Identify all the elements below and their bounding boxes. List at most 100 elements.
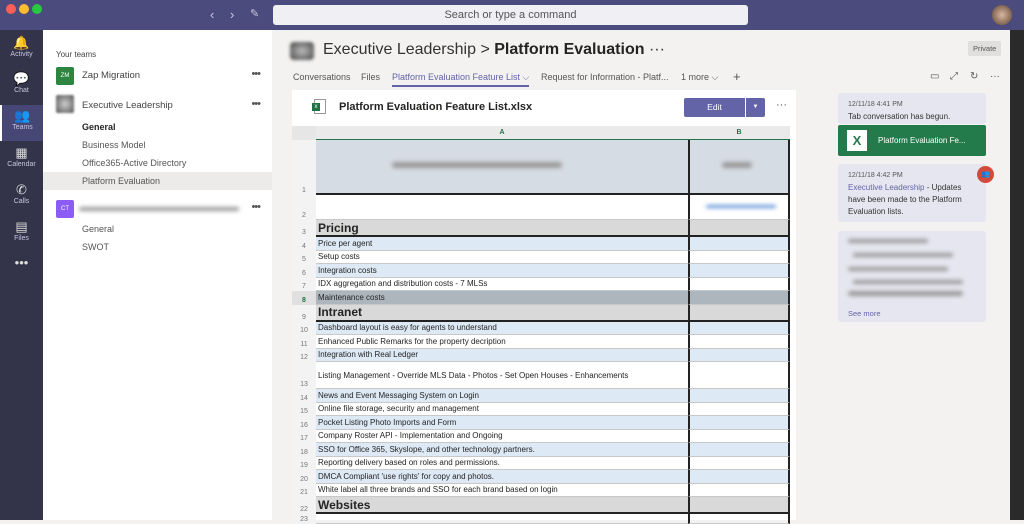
cell-a[interactable]: Enhanced Public Remarks for the property… xyxy=(316,335,688,349)
forward-icon[interactable]: › xyxy=(230,7,234,22)
cell-a[interactable]: Intranet xyxy=(316,304,688,322)
add-tab-button[interactable]: + xyxy=(733,69,741,84)
column-header-b[interactable]: B xyxy=(688,126,790,140)
cell-b[interactable] xyxy=(688,456,790,470)
rail-more[interactable]: ••• xyxy=(0,252,43,288)
row-number[interactable]: 22 xyxy=(292,497,316,514)
row-number[interactable]: 1 xyxy=(292,140,316,195)
rail-teams[interactable]: 👥 Teams xyxy=(0,105,43,141)
row-number[interactable]: 23 xyxy=(292,514,316,524)
cell-a[interactable]: Dashboard layout is easy for agents to u… xyxy=(316,321,688,335)
cell-b[interactable] xyxy=(688,416,790,430)
more-icon[interactable]: ··· xyxy=(776,99,787,111)
row-number[interactable]: 21 xyxy=(292,483,316,497)
team-executive-leadership[interactable]: Executive Leadership ••• xyxy=(43,95,272,115)
row-number[interactable]: 16 xyxy=(292,416,316,430)
redacted-link[interactable] xyxy=(706,205,776,208)
channel-swot[interactable]: SWOT xyxy=(43,238,272,256)
team-zap-migration[interactable]: ZM Zap Migration ••• xyxy=(43,67,272,85)
cell-b[interactable] xyxy=(688,220,790,237)
refresh-icon[interactable]: ↻ xyxy=(970,71,978,82)
cell-b[interactable] xyxy=(688,321,790,335)
cell-a[interactable]: Reporting delivery based on roles and pe… xyxy=(316,457,688,470)
cell-a[interactable] xyxy=(316,514,688,524)
row-number[interactable]: 14 xyxy=(292,389,316,403)
search-input[interactable]: Search or type a command xyxy=(273,5,748,25)
cell-b[interactable] xyxy=(688,470,790,484)
cell-a[interactable]: Integration costs xyxy=(316,264,688,278)
row-number[interactable]: 8 xyxy=(292,291,316,305)
cell-b[interactable] xyxy=(688,250,790,264)
cell-b[interactable] xyxy=(688,304,790,322)
cell-b[interactable] xyxy=(688,335,790,349)
rail-chat[interactable]: 💬 Chat xyxy=(0,68,43,104)
cell-b[interactable] xyxy=(688,348,790,362)
cell-a[interactable]: Pocket Listing Photo Imports and Form xyxy=(316,416,688,430)
cell-b[interactable] xyxy=(688,483,790,497)
row-number[interactable]: 13 xyxy=(292,362,316,389)
more-icon[interactable]: ••• xyxy=(251,68,261,80)
cell-a[interactable]: Maintenance costs xyxy=(316,291,688,305)
cell-b[interactable] xyxy=(688,443,790,457)
cell-a[interactable]: White label all three brands and SSO for… xyxy=(316,484,688,497)
cell-a[interactable]: IDX aggregation and distribution costs -… xyxy=(316,278,688,291)
more-icon[interactable]: ··· xyxy=(990,71,1000,82)
channel-business-model[interactable]: Business Model xyxy=(43,136,272,154)
tab-feature-list[interactable]: Platform Evaluation Feature List ⌵ xyxy=(392,72,530,87)
cell-b[interactable] xyxy=(688,514,790,524)
cell-b[interactable] xyxy=(688,264,790,278)
cell-b[interactable] xyxy=(688,389,790,403)
tab-conversations[interactable]: Conversations xyxy=(293,72,351,82)
cell-a[interactable]: Websites xyxy=(316,497,688,514)
row-number[interactable]: 19 xyxy=(292,456,316,470)
rail-calendar[interactable]: ▦ Calendar xyxy=(0,142,43,178)
cell-a[interactable]: Price per agent xyxy=(316,237,688,251)
column-header-a[interactable]: A xyxy=(316,126,688,140)
cell-a[interactable]: Setup costs xyxy=(316,251,688,264)
channel-more-button[interactable]: ··· xyxy=(649,41,665,58)
edit-dropdown-button[interactable]: ▼ xyxy=(746,98,765,117)
cell-b[interactable] xyxy=(688,497,790,514)
more-icon[interactable]: ••• xyxy=(251,201,261,213)
avatar[interactable] xyxy=(992,5,1012,25)
file-card[interactable]: X Platform Evaluation Fe... xyxy=(838,125,986,156)
cell-a[interactable]: Integration with Real Ledger xyxy=(316,348,688,362)
row-number[interactable]: 17 xyxy=(292,429,316,443)
cell-a[interactable]: Online file storage, security and manage… xyxy=(316,403,688,416)
cell-b[interactable] xyxy=(688,277,790,291)
minimize-window-button[interactable] xyxy=(19,4,29,14)
row-number[interactable]: 20 xyxy=(292,470,316,484)
row-number[interactable]: 9 xyxy=(292,304,316,322)
expand-icon[interactable]: ⤢ xyxy=(950,71,958,82)
channel-office365[interactable]: Office365-Active Directory xyxy=(43,154,272,172)
close-window-button[interactable] xyxy=(6,4,16,14)
back-icon[interactable]: ‹ xyxy=(210,7,214,22)
team-ct[interactable]: CT ••• xyxy=(43,200,272,218)
cell-a[interactable]: News and Event Messaging System on Login xyxy=(316,389,688,403)
cell-a[interactable] xyxy=(316,195,688,220)
channel-general[interactable]: General xyxy=(43,220,272,238)
row-number[interactable]: 4 xyxy=(292,237,316,251)
cell-a[interactable]: Company Roster API - Implementation and … xyxy=(316,430,688,443)
row-number[interactable]: 15 xyxy=(292,402,316,416)
see-more-link[interactable]: See more xyxy=(848,308,881,320)
rail-files[interactable]: ▤ Files xyxy=(0,216,43,252)
row-number[interactable]: 3 xyxy=(292,220,316,237)
conversation-icon[interactable]: ▭ xyxy=(930,71,939,82)
cell-a[interactable]: Listing Management - Override MLS Data -… xyxy=(316,362,688,389)
cell-a[interactable]: DMCA Compliant 'use rights' for copy and… xyxy=(316,470,688,484)
cell-a[interactable]: Pricing xyxy=(316,220,688,237)
cell-b[interactable] xyxy=(688,237,790,251)
rail-activity[interactable]: 🔔 Activity xyxy=(0,32,43,68)
row-number[interactable]: 5 xyxy=(292,250,316,264)
select-all-corner[interactable] xyxy=(292,126,316,140)
tab-files[interactable]: Files xyxy=(361,72,380,82)
row-number[interactable]: 12 xyxy=(292,348,316,362)
row-number[interactable]: 7 xyxy=(292,277,316,291)
cell-b[interactable] xyxy=(688,362,790,389)
cell-b[interactable] xyxy=(688,402,790,416)
more-icon[interactable]: ••• xyxy=(251,98,261,110)
cell-a[interactable]: SSO for Office 365, Skyslope, and other … xyxy=(316,443,688,457)
rail-calls[interactable]: ✆ Calls xyxy=(0,179,43,215)
team-link[interactable]: Executive Leadership xyxy=(848,183,925,192)
